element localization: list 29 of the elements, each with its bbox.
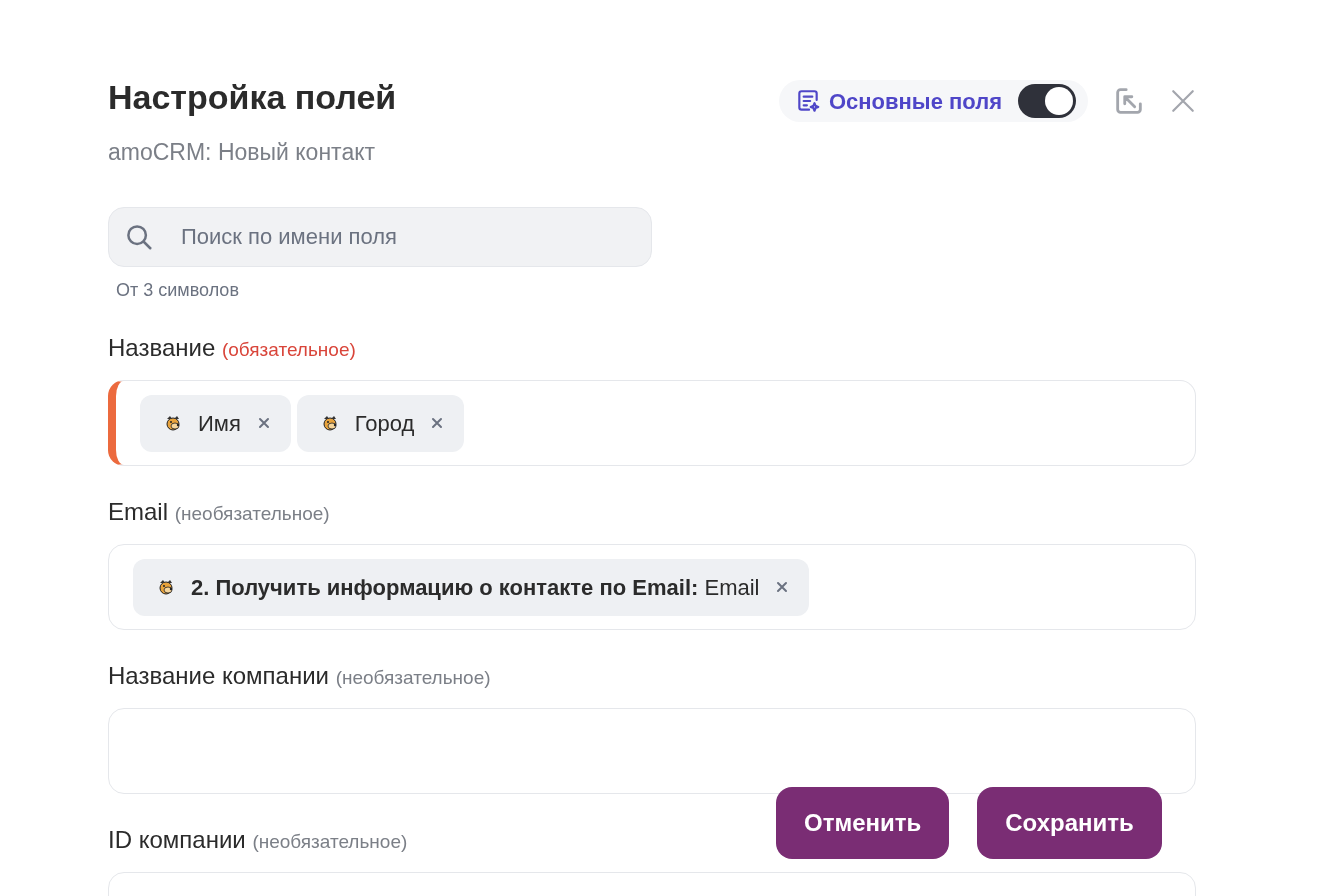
cancel-button[interactable]: Отменить — [776, 787, 950, 859]
dialog-title: Настройка полей — [108, 77, 397, 118]
dog-icon — [157, 578, 175, 596]
dog-icon — [164, 414, 182, 432]
variable-chip[interactable]: Город — [296, 394, 465, 452]
variable-chip[interactable]: 2. Получить информацию о контакте по Email: Email — [133, 558, 810, 616]
variable-chip[interactable]: Имя — [140, 394, 291, 452]
chip-label: Имя — [198, 409, 241, 438]
field-label: Email (необязательное) — [108, 497, 330, 527]
remove-icon[interactable] — [430, 416, 445, 430]
close-icon[interactable] — [1170, 88, 1196, 114]
dog-icon — [320, 414, 339, 432]
save-button[interactable]: Сохранить — [977, 787, 1162, 859]
chip-label: 2. Получить информацию о контакте по Email: Email — [191, 573, 760, 602]
toggle-switch[interactable] — [1018, 84, 1076, 118]
list-sparkle-icon — [795, 88, 821, 114]
field-label: Название (обязательное) — [108, 333, 356, 363]
field-input[interactable]: Имя Город — [108, 380, 1196, 466]
chip-label: Город — [354, 409, 415, 438]
field-label: Название компании (необязательное) — [108, 661, 491, 691]
search-icon — [124, 222, 154, 252]
remove-icon[interactable] — [775, 580, 790, 594]
search-hint: От 3 символов — [116, 279, 240, 302]
dialog-subtitle: amoCRM: Новый контакт — [108, 137, 377, 167]
search-field[interactable]: Поиск по имени поля — [108, 207, 652, 267]
field-label: ID компании (необязательное) — [108, 825, 408, 855]
field-input[interactable]: 2. Получить информацию о контакте по Email: Email — [108, 544, 1196, 630]
basic-fields-label: Основные поля — [829, 87, 1002, 116]
remove-icon[interactable] — [256, 416, 271, 430]
